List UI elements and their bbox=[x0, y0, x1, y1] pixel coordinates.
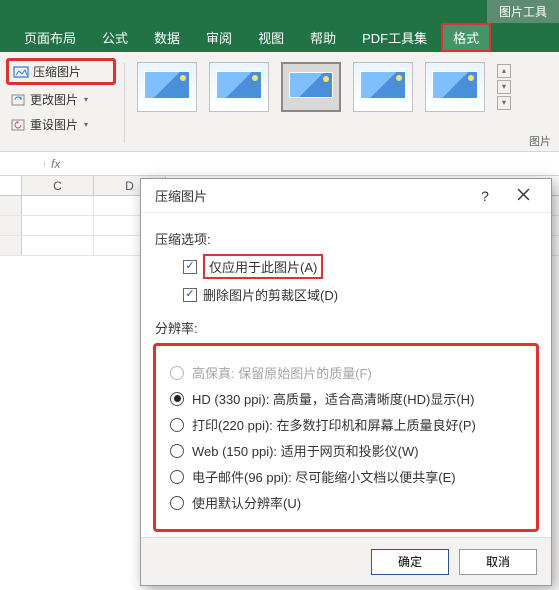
close-icon bbox=[517, 188, 530, 201]
ribbon-group-adjust: 压缩图片 更改图片 ▾ 重设图片 ▾ bbox=[6, 58, 116, 135]
chevron-down-icon: ▾ bbox=[84, 120, 88, 129]
radio-print[interactable] bbox=[170, 418, 184, 432]
tab-review[interactable]: 审阅 bbox=[194, 23, 244, 52]
compress-pictures-button[interactable]: 压缩图片 bbox=[6, 58, 116, 85]
reset-picture-label: 重设图片 bbox=[30, 116, 78, 133]
gallery-item[interactable] bbox=[425, 62, 485, 112]
delete-cropped-areas-checkbox-row: 删除图片的剪裁区域(D) bbox=[183, 285, 537, 304]
radio-hd[interactable] bbox=[170, 392, 184, 406]
change-picture-icon bbox=[10, 92, 26, 108]
resolution-option-default[interactable]: 使用默认分辨率(U) bbox=[170, 493, 530, 512]
cancel-button[interactable]: 取消 bbox=[459, 549, 537, 575]
reset-picture-icon bbox=[10, 117, 26, 133]
ribbon-content: 压缩图片 更改图片 ▾ 重设图片 ▾ ▴ ▾ ▾ 图片 bbox=[0, 52, 559, 152]
compression-options-label: 压缩选项: bbox=[155, 229, 537, 248]
gallery-scroll: ▴ ▾ ▾ bbox=[497, 64, 511, 110]
corner-cell[interactable] bbox=[0, 176, 22, 195]
resolution-option-print[interactable]: 打印(220 ppi): 在多数打印机和屏幕上质量良好(P) bbox=[170, 415, 530, 434]
resolution-option-high-fidelity: 高保真: 保留原始图片的质量(F) bbox=[170, 363, 530, 382]
compress-pictures-dialog: 压缩图片 ? 压缩选项: 仅应用于此图片(A) 删除图片的剪裁区域(D) 分辨率… bbox=[140, 178, 552, 586]
divider bbox=[124, 63, 125, 143]
change-picture-button[interactable]: 更改图片 ▾ bbox=[6, 89, 116, 110]
tab-data[interactable]: 数据 bbox=[142, 23, 192, 52]
radio-label: HD (330 ppi): 高质量，适合高清晰度(HD)显示(H) bbox=[192, 389, 474, 408]
ribbon-group-label: 图片 bbox=[529, 133, 551, 149]
radio-label: 打印(220 ppi): 在多数打印机和屏幕上质量良好(P) bbox=[192, 415, 476, 434]
gallery-up-button[interactable]: ▴ bbox=[497, 64, 511, 78]
reset-picture-button[interactable]: 重设图片 ▾ bbox=[6, 114, 116, 135]
resolution-option-hd[interactable]: HD (330 ppi): 高质量，适合高清晰度(HD)显示(H) bbox=[170, 389, 530, 408]
apply-only-this-picture-checkbox-row: 仅应用于此图片(A) bbox=[183, 254, 537, 279]
tab-formulas[interactable]: 公式 bbox=[90, 23, 140, 52]
contextual-tab-label: 图片工具 bbox=[487, 0, 559, 23]
tab-page-layout[interactable]: 页面布局 bbox=[12, 23, 88, 52]
tab-help[interactable]: 帮助 bbox=[298, 23, 348, 52]
tab-format[interactable]: 格式 bbox=[441, 23, 491, 52]
gallery-down-button[interactable]: ▾ bbox=[497, 80, 511, 94]
apply-only-this-picture-checkbox[interactable] bbox=[183, 260, 197, 274]
resolution-radio-group: 高保真: 保留原始图片的质量(F) HD (330 ppi): 高质量，适合高清… bbox=[153, 343, 539, 532]
tab-view[interactable]: 视图 bbox=[246, 23, 296, 52]
close-button[interactable] bbox=[503, 188, 543, 204]
gallery-item[interactable] bbox=[137, 62, 197, 112]
compress-pictures-label: 压缩图片 bbox=[33, 63, 81, 80]
chevron-down-icon: ▾ bbox=[84, 95, 88, 104]
gallery-more-button[interactable]: ▾ bbox=[497, 96, 511, 110]
picture-styles-gallery: ▴ ▾ ▾ bbox=[133, 58, 515, 116]
fx-label: fx bbox=[45, 157, 66, 171]
radio-default[interactable] bbox=[170, 496, 184, 510]
delete-cropped-areas-checkbox[interactable] bbox=[183, 288, 197, 302]
resolution-option-email[interactable]: 电子邮件(96 ppi): 尽可能缩小文档以便共享(E) bbox=[170, 467, 530, 486]
radio-email[interactable] bbox=[170, 470, 184, 484]
radio-label: 高保真: 保留原始图片的质量(F) bbox=[192, 363, 372, 382]
formula-bar: fx bbox=[0, 152, 559, 176]
radio-high-fidelity bbox=[170, 366, 184, 380]
gallery-item[interactable] bbox=[353, 62, 413, 112]
dialog-body: 压缩选项: 仅应用于此图片(A) 删除图片的剪裁区域(D) 分辨率: 高保真: … bbox=[141, 213, 551, 532]
col-header[interactable]: C bbox=[22, 176, 94, 195]
resolution-option-web[interactable]: Web (150 ppi): 适用于网页和投影仪(W) bbox=[170, 441, 530, 460]
radio-label: 使用默认分辨率(U) bbox=[192, 493, 301, 512]
delete-cropped-areas-label: 删除图片的剪裁区域(D) bbox=[203, 285, 338, 304]
titlebar: 图片工具 bbox=[0, 0, 559, 22]
tab-pdf-tools[interactable]: PDF工具集 bbox=[350, 23, 439, 52]
ok-button[interactable]: 确定 bbox=[371, 549, 449, 575]
gallery-item-selected[interactable] bbox=[281, 62, 341, 112]
name-box[interactable] bbox=[0, 161, 45, 167]
ribbon-tabs: 页面布局 公式 数据 审阅 视图 帮助 PDF工具集 格式 bbox=[0, 22, 559, 52]
dialog-footer: 确定 取消 bbox=[141, 537, 551, 585]
resolution-label: 分辨率: bbox=[155, 318, 537, 337]
gallery-item[interactable] bbox=[209, 62, 269, 112]
radio-label: 电子邮件(96 ppi): 尽可能缩小文档以便共享(E) bbox=[192, 467, 456, 486]
dialog-titlebar: 压缩图片 ? bbox=[141, 179, 551, 213]
dialog-title: 压缩图片 bbox=[155, 186, 207, 205]
compress-icon bbox=[13, 64, 29, 80]
radio-label: Web (150 ppi): 适用于网页和投影仪(W) bbox=[192, 441, 419, 460]
change-picture-label: 更改图片 bbox=[30, 91, 78, 108]
radio-web[interactable] bbox=[170, 444, 184, 458]
apply-only-this-picture-label: 仅应用于此图片(A) bbox=[203, 254, 323, 279]
help-button[interactable]: ? bbox=[467, 188, 503, 204]
